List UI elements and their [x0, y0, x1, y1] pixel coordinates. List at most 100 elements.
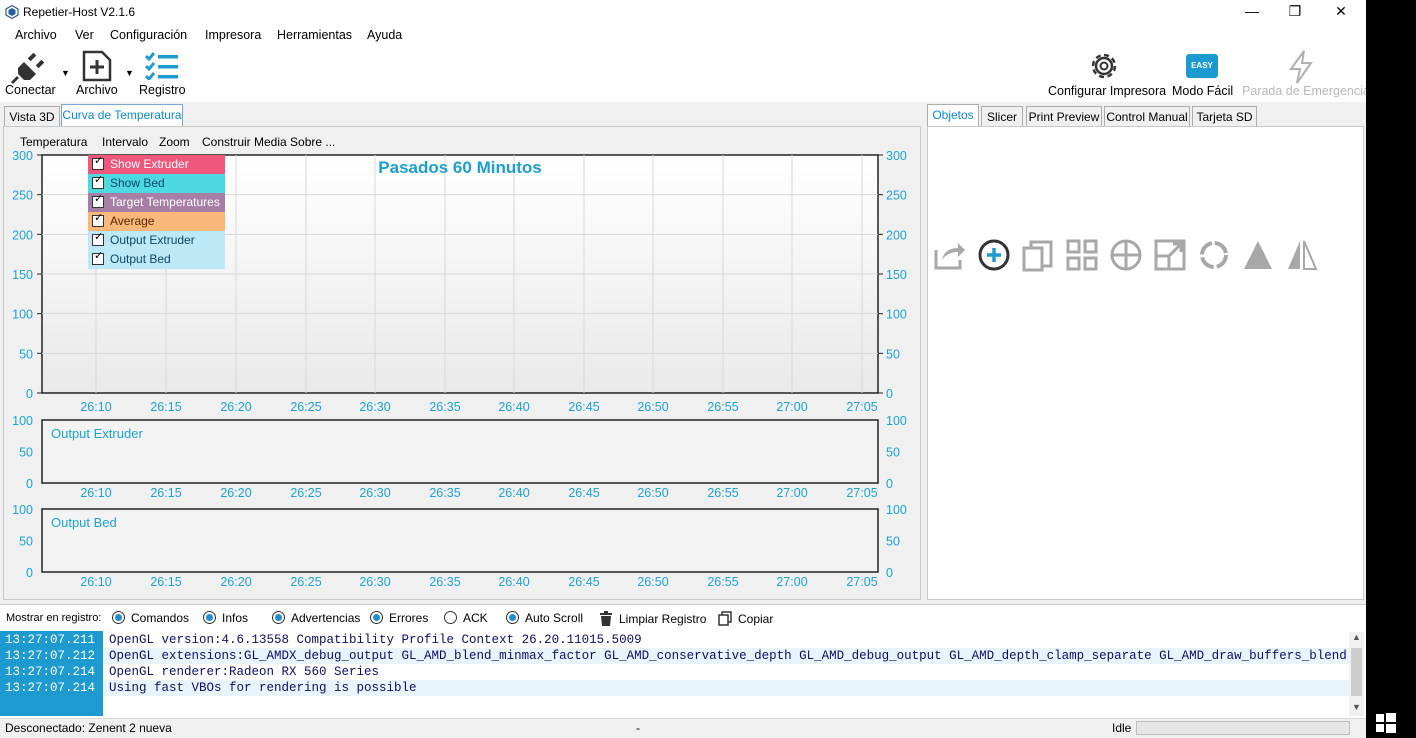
scroll-up-icon[interactable]: ▲ [1352, 632, 1361, 642]
configure-printer-button[interactable]: Configurar Impresora [1046, 48, 1167, 98]
export-icon[interactable] [932, 238, 966, 272]
plug-icon [11, 52, 45, 84]
menu-bar: Archivo Ver Configuración Impresora Herr… [0, 24, 1366, 46]
log-option-label: Auto Scroll [525, 611, 584, 625]
chart-1-y-tick-right: 50 [886, 446, 900, 460]
radio-icon[interactable] [506, 611, 519, 624]
legend-item[interactable]: ✓ Output Extruder [88, 231, 225, 250]
radio-icon[interactable] [112, 611, 125, 624]
menu-ver[interactable]: Ver [75, 28, 94, 42]
tab-objects[interactable]: Objetos [927, 104, 979, 127]
legend-item[interactable]: ✓ Show Bed [88, 174, 225, 193]
log-row[interactable]: 13:27:07.214 OpenGL renderer:Radeon RX 56… [0, 664, 1349, 680]
tab-slicer[interactable]: Slicer [981, 106, 1023, 127]
chart-0-x-tick: 26:45 [568, 400, 599, 414]
chart-2-y-tick-right: 0 [886, 566, 893, 580]
chart-0-y-tick-left: 50 [19, 347, 33, 361]
log-option-comandos[interactable]: Comandos [112, 611, 189, 625]
clear-log-button[interactable]: Limpiar Registro [599, 611, 706, 626]
radio-icon[interactable] [444, 611, 457, 624]
legend-item[interactable]: ✓ Target Temperatures [88, 193, 225, 212]
easy-mode-button[interactable]: EASY Modo Fácil [1170, 48, 1234, 98]
tab-sd-card[interactable]: Tarjeta SD [1192, 106, 1257, 127]
emergency-stop-button[interactable]: Parada de Emergencia [1240, 48, 1366, 98]
menu-configuracion[interactable]: Configuración [110, 28, 187, 42]
restore-button[interactable]: ❐ [1272, 0, 1318, 24]
legend-item[interactable]: ✓Average Temperatures [88, 212, 225, 247]
log-row[interactable]: 13:27:07.211 OpenGL version:4.6.13558 Com… [0, 632, 1349, 648]
chart-2-x-tick: 27:00 [776, 575, 807, 589]
legend-item[interactable]: ✓ Output Bed [88, 250, 225, 269]
chart-1-y-tick-right: 0 [886, 477, 893, 491]
center-object-icon[interactable] [1109, 238, 1143, 272]
windows-logo-icon[interactable] [1376, 713, 1396, 733]
chart-1-x-tick: 27:00 [776, 486, 807, 500]
chart-1-x-tick: 26:15 [150, 486, 181, 500]
checkmark-icon: ✓ [94, 231, 104, 243]
file-dropdown-icon[interactable]: ▼ [125, 68, 134, 78]
log-option-infos[interactable]: Infos [203, 611, 248, 625]
log-option-label: Errores [389, 611, 429, 625]
configure-printer-label: Configurar Impresora [1048, 84, 1167, 98]
log-option-errores[interactable]: Errores [370, 611, 428, 625]
log-timestamp: 13:27:07.212 [0, 648, 103, 664]
chart-2-plot-area [41, 508, 879, 573]
radio-icon[interactable] [272, 611, 285, 624]
log-option-label: Advertencias [291, 611, 361, 625]
chart-0-x-tick: 26:25 [290, 400, 321, 414]
scrollbar-thumb[interactable] [1351, 648, 1362, 696]
chart-0-y-tick-right: 200 [886, 228, 907, 242]
log-button[interactable]: Registro [137, 48, 187, 98]
copy-log-button[interactable]: Copiar [718, 611, 773, 626]
copy-object-icon[interactable] [1021, 238, 1055, 272]
legend-item[interactable]: ✓ Show Extruder [88, 155, 225, 174]
log-message: OpenGL version:4.6.13558 Compatibility P… [109, 633, 642, 647]
scale-icon[interactable] [1153, 238, 1187, 272]
app-window: Repetier-Host V2.1.6 — ❐ ✕ Archivo Ver C… [0, 0, 1366, 738]
autoposition-icon[interactable] [1065, 238, 1099, 272]
log-row[interactable]: 13:27:07.212 OpenGL extensions:GL_AMDX_de… [0, 648, 1349, 664]
title-bar: Repetier-Host V2.1.6 — ❐ ✕ [0, 0, 1366, 24]
chart-0-x-tick: 26:10 [80, 400, 111, 414]
checkmark-icon: ✓ [94, 174, 104, 186]
menu-archivo[interactable]: Archivo [15, 28, 57, 42]
connect-button[interactable]: Conectar [4, 48, 56, 98]
chart-0-y-tick-right: 50 [886, 347, 900, 361]
chart-1-plot-area [41, 419, 879, 484]
status-bar: Desconectado: Zenent 2 nueva - Idle [0, 718, 1366, 738]
rotate-icon[interactable] [1197, 238, 1231, 272]
log-timestamp: 13:27:07.214 [0, 680, 103, 696]
chart-0-title: Pasados 60 Minutos [378, 158, 541, 177]
cut-icon[interactable] [1241, 238, 1275, 272]
minimize-button[interactable]: — [1229, 0, 1275, 24]
window-title: Repetier-Host V2.1.6 [23, 5, 136, 19]
checklist-icon [145, 52, 178, 80]
log-option-auto-scroll[interactable]: Auto Scroll [506, 611, 583, 625]
radio-icon[interactable] [370, 611, 383, 624]
menu-ayuda[interactable]: Ayuda [367, 28, 402, 42]
tab-manual-control[interactable]: Control Manual [1104, 106, 1190, 127]
log-option-ack[interactable]: ACK [444, 611, 488, 625]
chart-1-x-tick: 27:05 [846, 486, 877, 500]
add-object-icon[interactable] [977, 238, 1011, 272]
scroll-down-icon[interactable]: ▼ [1352, 702, 1361, 712]
log-option-advertencias[interactable]: Advertencias [272, 611, 360, 625]
menu-herramientas[interactable]: Herramientas [277, 28, 352, 42]
tab-print-preview[interactable]: Print Preview [1026, 106, 1102, 127]
menu-impresora[interactable]: Impresora [205, 28, 261, 42]
mirror-icon[interactable] [1285, 238, 1319, 272]
log-scrollbar[interactable]: ▲ ▼ [1349, 632, 1364, 716]
checkmark-icon: ✓ [94, 250, 104, 262]
connect-dropdown-icon[interactable]: ▼ [61, 68, 70, 78]
chart-0-x-tick: 26:30 [359, 400, 390, 414]
close-button[interactable]: ✕ [1318, 0, 1364, 24]
status-middle: - [636, 721, 640, 735]
chart-2-x-tick: 26:50 [637, 575, 668, 589]
chart-2-x-tick: 26:35 [429, 575, 460, 589]
chart-0-y-tick-right: 100 [886, 308, 907, 322]
log-row[interactable]: 13:27:07.214 Using fast VBOs for renderin… [0, 680, 1349, 696]
printer-state: Idle [1112, 721, 1132, 735]
easy-badge-icon: EASY [1186, 54, 1218, 78]
file-button[interactable]: Archivo [74, 48, 122, 98]
radio-icon[interactable] [203, 611, 216, 624]
